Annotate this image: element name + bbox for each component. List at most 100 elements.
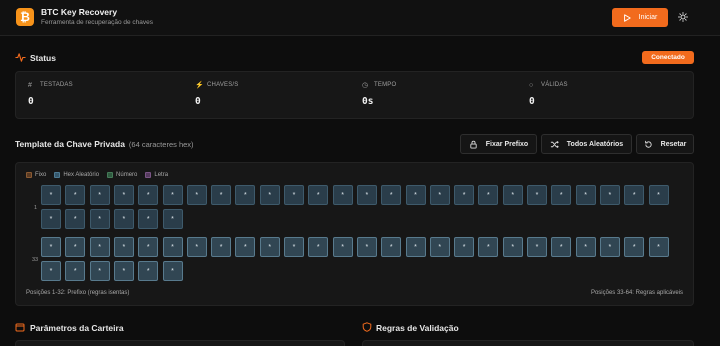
start-button-label: Iniciar bbox=[638, 14, 658, 21]
key-position-42[interactable]: * bbox=[259, 237, 280, 257]
key-position-33[interactable]: * bbox=[41, 237, 61, 257]
key-position-24[interactable]: * bbox=[599, 185, 620, 205]
key-position-37[interactable]: * bbox=[138, 237, 159, 257]
validation-rules-panel bbox=[362, 340, 694, 346]
fix-prefix-button[interactable]: Fixar Prefixo bbox=[460, 134, 537, 154]
key-position-59[interactable]: * bbox=[41, 261, 61, 281]
key-position-17[interactable]: * bbox=[429, 185, 450, 205]
key-position-39[interactable]: * bbox=[186, 237, 207, 257]
key-position-50[interactable]: * bbox=[454, 237, 475, 257]
key-position-46[interactable]: * bbox=[356, 237, 377, 257]
key-position-61[interactable]: * bbox=[89, 261, 110, 281]
key-position-35[interactable]: * bbox=[89, 237, 110, 257]
stat-label: TEMPO bbox=[374, 82, 397, 88]
key-position-31[interactable]: * bbox=[138, 209, 159, 229]
key-position-23[interactable]: * bbox=[575, 185, 596, 205]
key-position-36[interactable]: * bbox=[113, 237, 134, 257]
key-position-43[interactable]: * bbox=[284, 237, 304, 257]
key-position-4[interactable]: * bbox=[113, 185, 134, 205]
key-position-6[interactable]: * bbox=[162, 185, 183, 205]
key-position-56[interactable]: * bbox=[599, 237, 620, 257]
key-position-18[interactable]: * bbox=[454, 185, 475, 205]
key-position-32[interactable]: * bbox=[162, 209, 183, 229]
all-random-label: Todos Aleatórios bbox=[566, 140, 624, 148]
key-position-48[interactable]: * bbox=[405, 237, 426, 257]
key-position-41[interactable]: * bbox=[235, 237, 256, 257]
footer-prefix-note: Posições 1-32: Prefixo (regras isentas) bbox=[26, 290, 130, 296]
key-position-15[interactable]: * bbox=[381, 185, 402, 205]
key-position-45[interactable]: * bbox=[332, 237, 353, 257]
key-position-51[interactable]: * bbox=[478, 237, 499, 257]
legend-label: Hex Aleatório bbox=[63, 172, 100, 178]
play-icon bbox=[623, 13, 631, 22]
key-position-62[interactable]: * bbox=[113, 261, 134, 281]
key-position-29[interactable]: * bbox=[89, 209, 110, 229]
key-position-16[interactable]: * bbox=[405, 185, 426, 205]
stat-label: TESTADAS bbox=[40, 82, 73, 88]
key-position-47[interactable]: * bbox=[381, 237, 402, 257]
all-random-button[interactable]: Todos Aleatórios bbox=[541, 134, 632, 154]
key-position-8[interactable]: * bbox=[211, 185, 232, 205]
key-position-3[interactable]: * bbox=[89, 185, 110, 205]
app-title: BTC Key Recovery bbox=[41, 7, 118, 17]
key-position-44[interactable]: * bbox=[308, 237, 329, 257]
legend-swatch bbox=[26, 172, 32, 178]
fix-prefix-label: Fixar Prefixo bbox=[485, 140, 529, 148]
stat-value: 0s bbox=[362, 96, 374, 107]
key-position-52[interactable]: * bbox=[502, 237, 523, 257]
key-position-13[interactable]: * bbox=[332, 185, 353, 205]
key-position-63[interactable]: * bbox=[138, 261, 159, 281]
key-position-34[interactable]: * bbox=[65, 237, 86, 257]
key-position-60[interactable]: * bbox=[65, 261, 86, 281]
legend-label: Letra bbox=[154, 172, 169, 178]
shield-icon bbox=[362, 322, 372, 332]
key-position-40[interactable]: * bbox=[211, 237, 232, 257]
key-position-5[interactable]: * bbox=[138, 185, 159, 205]
key-position-53[interactable]: * bbox=[527, 237, 547, 257]
legend-swatch bbox=[145, 172, 152, 178]
key-position-27[interactable]: * bbox=[41, 209, 61, 229]
key-position-10[interactable]: * bbox=[259, 185, 280, 205]
shuffle-icon bbox=[550, 140, 559, 148]
sun-icon bbox=[678, 12, 688, 22]
stat-label: CHAVES/S bbox=[207, 82, 239, 88]
hash-icon: # bbox=[28, 82, 32, 89]
stat-value: 0 bbox=[529, 96, 535, 107]
key-position-22[interactable]: * bbox=[551, 185, 572, 205]
key-position-55[interactable]: * bbox=[575, 237, 596, 257]
theme-toggle-button[interactable] bbox=[676, 10, 690, 24]
key-position-9[interactable]: * bbox=[235, 185, 256, 205]
template-title-text: Template da Chave Privada bbox=[15, 139, 125, 149]
template-panel: Fixo Hex Aleatório Número Letra 1 33 * * *… bbox=[15, 162, 694, 306]
key-position-26[interactable]: * bbox=[648, 185, 669, 205]
key-position-7[interactable]: * bbox=[186, 185, 207, 205]
key-position-14[interactable]: * bbox=[356, 185, 377, 205]
reset-button[interactable]: Resetar bbox=[636, 134, 694, 154]
key-position-49[interactable]: * bbox=[429, 237, 450, 257]
key-position-21[interactable]: * bbox=[527, 185, 547, 205]
wallet-params-panel bbox=[15, 340, 345, 346]
key-position-25[interactable]: * bbox=[624, 185, 645, 205]
key-position-54[interactable]: * bbox=[551, 237, 572, 257]
key-position-19[interactable]: * bbox=[478, 185, 499, 205]
key-position-30[interactable]: * bbox=[113, 209, 134, 229]
legend-fixed: Fixo bbox=[26, 172, 46, 178]
key-position-64[interactable]: * bbox=[162, 261, 183, 281]
key-position-38[interactable]: * bbox=[162, 237, 183, 257]
stat-value: 0 bbox=[28, 96, 34, 107]
app-header: ₿ BTC Key Recovery Ferramenta de recuper… bbox=[0, 0, 720, 36]
app-subtitle: Ferramenta de recuperação de chaves bbox=[41, 19, 154, 26]
key-position-11[interactable]: * bbox=[284, 185, 304, 205]
key-position-58[interactable]: * bbox=[648, 237, 669, 257]
legend-swatch bbox=[54, 172, 61, 178]
wallet-params-title: Parâmetros da Carteira bbox=[30, 323, 124, 333]
connection-status-badge: Conectado bbox=[642, 51, 694, 64]
key-position-20[interactable]: * bbox=[502, 185, 523, 205]
reset-icon bbox=[644, 140, 652, 148]
key-position-12[interactable]: * bbox=[308, 185, 329, 205]
key-position-57[interactable]: * bbox=[624, 237, 645, 257]
key-position-28[interactable]: * bbox=[65, 209, 86, 229]
start-button[interactable]: Iniciar bbox=[612, 8, 668, 27]
key-position-2[interactable]: * bbox=[65, 185, 86, 205]
key-position-1[interactable]: * bbox=[41, 185, 61, 205]
